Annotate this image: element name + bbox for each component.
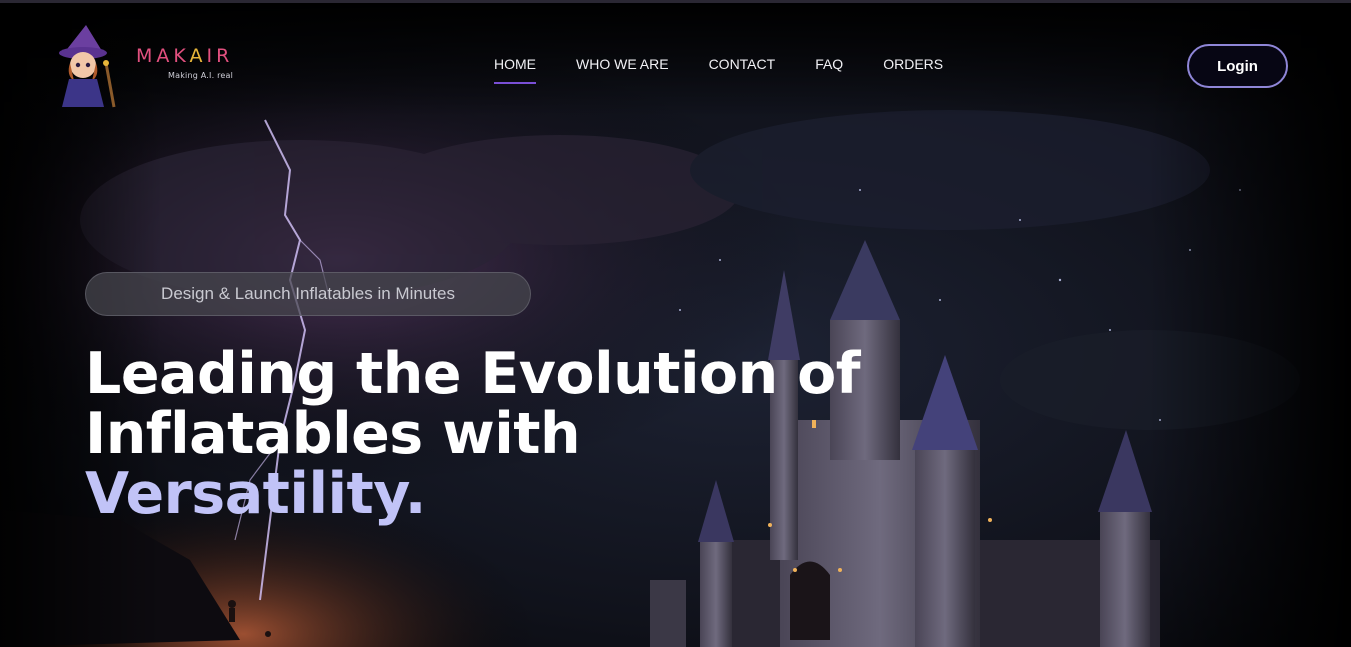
main-nav: HOME WHO WE ARE CONTACT FAQ ORDERS [494,55,983,84]
brand-logo[interactable]: MAKAIR Making A.I. real [56,23,276,113]
headline-accent: Versatility. [85,461,426,527]
hero-badge: Design & Launch Inflatables in Minutes [85,272,531,316]
nav-orders[interactable]: ORDERS [883,55,943,79]
hero-headline: Leading the Evolution of Inflatables wit… [85,344,985,524]
login-button[interactable]: Login [1187,44,1288,88]
nav-contact[interactable]: CONTACT [709,55,776,79]
nav-home[interactable]: HOME [494,55,536,84]
site-header: MAKAIR Making A.I. real HOME WHO WE ARE … [0,3,1351,113]
brand-name: MAKAIR [136,45,234,67]
headline-line-2: Inflatables with [85,401,581,467]
brand-tagline: Making A.I. real [168,71,234,80]
headline-line-1: Leading the Evolution of [85,341,861,407]
nav-who-we-are[interactable]: WHO WE ARE [576,55,669,79]
nav-faq[interactable]: FAQ [815,55,843,79]
wizard-mascot-icon [59,25,116,108]
